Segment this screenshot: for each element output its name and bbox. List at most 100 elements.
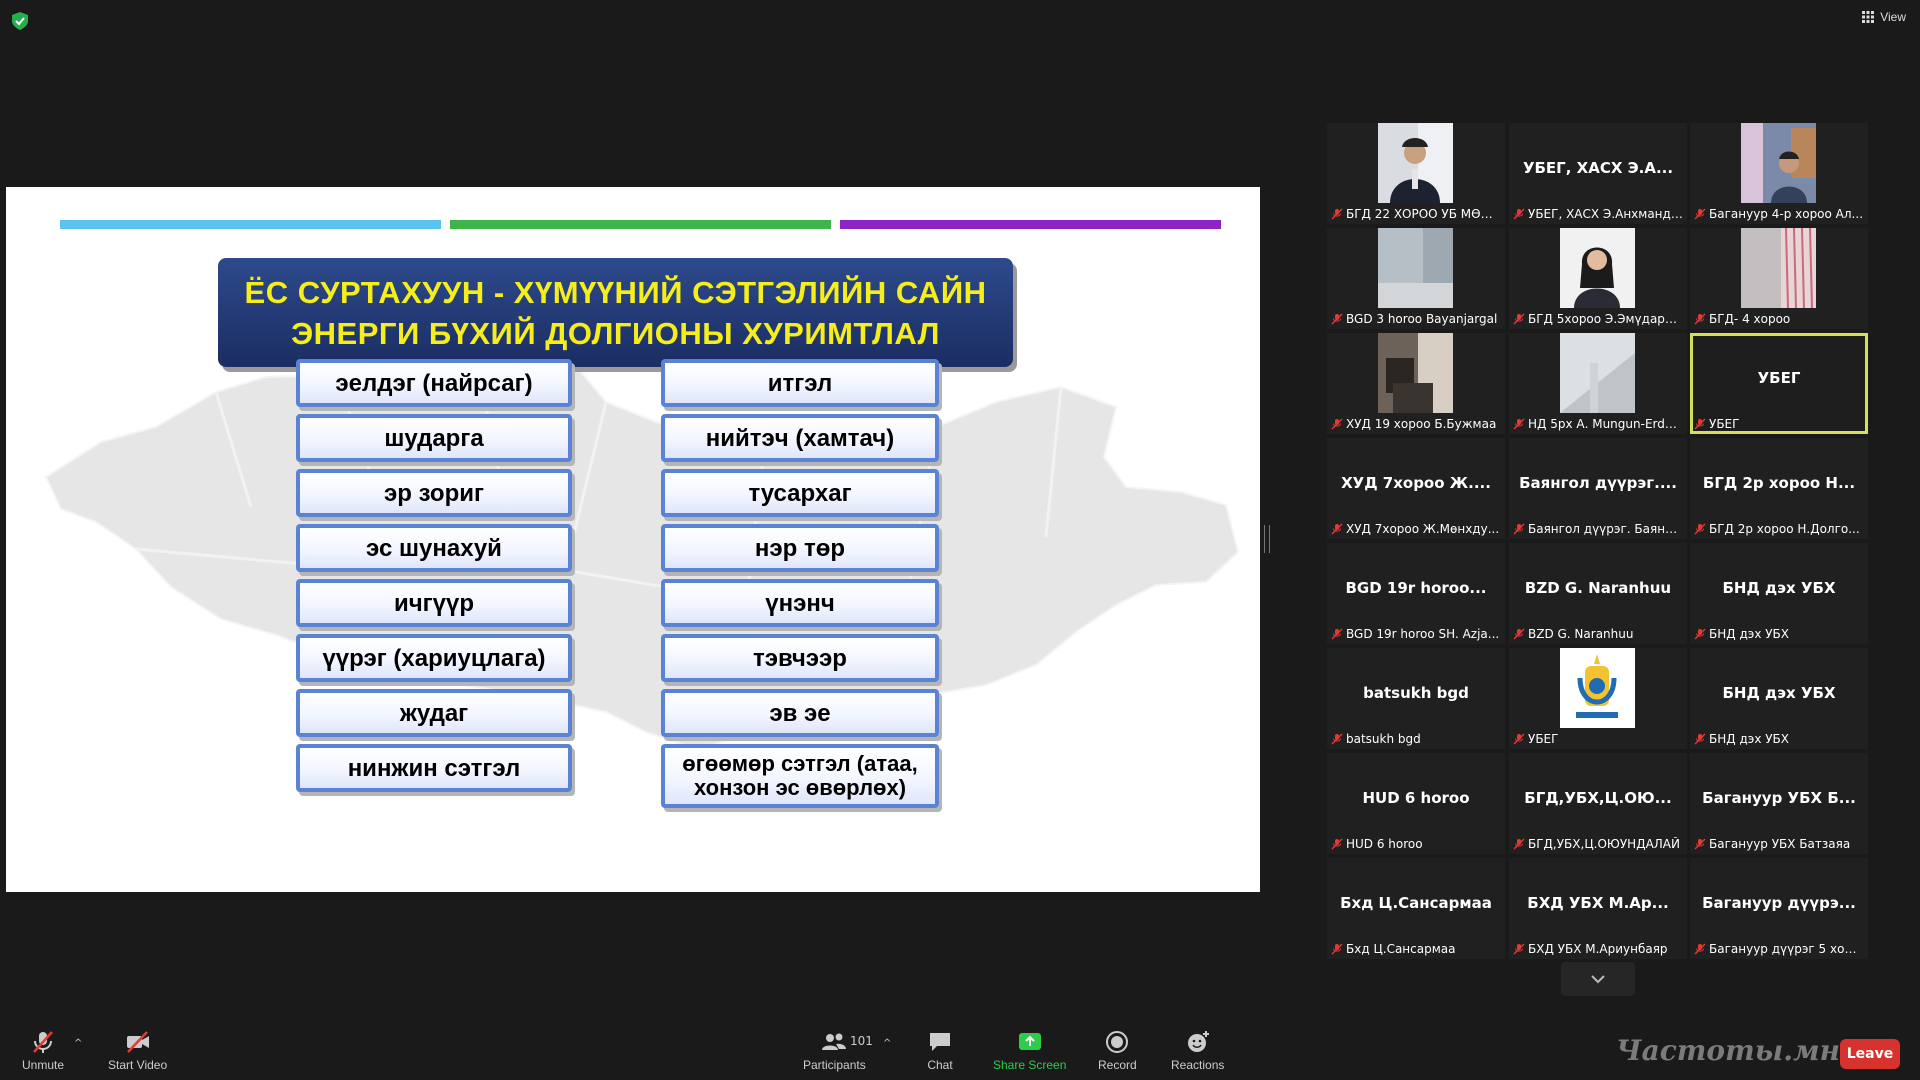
participant-name-label: BGD 19r horoo SH. Azja... [1331, 627, 1501, 641]
start-video-button[interactable]: Start Video [108, 1030, 167, 1072]
participant-tile[interactable]: Багануур дүүрэ... Багануур дүүрэг 5 хоро.… [1690, 858, 1868, 959]
encryption-shield-icon[interactable] [12, 12, 28, 30]
value-box-left-7: жудаг [296, 689, 572, 737]
participant-tile[interactable]: БГД 22 ХОРОО УБ МӨН... [1327, 123, 1505, 224]
muted-mic-icon [1331, 838, 1343, 850]
participant-tile[interactable]: УБЕГ [1509, 648, 1687, 749]
participant-name-text: batsukh bgd [1346, 732, 1421, 746]
participant-tile[interactable]: БГД 5хороо Э.Эмүдарь... [1509, 228, 1687, 329]
participant-name-label: НД 5рх А. Mungun-Erde... [1513, 417, 1683, 431]
share-screen-icon [1018, 1033, 1041, 1050]
video-off-icon [126, 1031, 149, 1053]
participant-name-label: Багануур УБХ Батзаяа [1694, 837, 1864, 851]
participant-name-label: BGD 3 horoo Bayanjargal [1331, 312, 1501, 326]
participant-tile[interactable]: НД 5рх А. Mungun-Erde... [1509, 333, 1687, 434]
share-screen-label: Share Screen [993, 1058, 1067, 1072]
muted-mic-icon [1331, 733, 1343, 745]
slide-title-line-1: ЁС СУРТАХУУН - ХҮМҮҮНИЙ СЭТГЭЛИЙН САЙН [244, 274, 987, 310]
chat-button[interactable]: Chat [927, 1030, 953, 1072]
share-screen-button[interactable]: Share Screen [993, 1030, 1066, 1072]
participant-name-text: Багануур 4-р хороо Ал... [1709, 207, 1864, 221]
participant-name-label: Багануур 4-р хороо Ал... [1694, 207, 1864, 221]
chat-label: Chat [927, 1058, 953, 1072]
leave-button[interactable]: Leave [1840, 1039, 1900, 1069]
participant-tile[interactable]: УБЕГ УБЕГ [1690, 333, 1868, 434]
participant-name-text: HUD 6 horoo [1346, 837, 1423, 851]
participant-tile[interactable]: УБЕГ, ХАСХ Э.А... УБЕГ, ХАСХ Э.Анхмандах [1509, 123, 1687, 224]
participant-tile[interactable]: ХУД 19 хороо Б.Бужмаа [1327, 333, 1505, 434]
value-box-right-2: нийтэч (хамтач) [661, 414, 939, 462]
value-box-left-8: нинжин сэтгэл [296, 744, 572, 792]
participant-tile[interactable]: BGD 3 horoo Bayanjargal [1327, 228, 1505, 329]
muted-mic-icon [1694, 208, 1706, 220]
participant-tile[interactable]: Багануур УБХ Б... Багануур УБХ Батзаяа [1690, 753, 1868, 854]
muted-mic-icon [1694, 838, 1706, 850]
participant-display-name: УБЕГ, ХАСХ Э.А... [1522, 159, 1674, 177]
audio-options-caret[interactable]: ^ [74, 1038, 82, 1049]
participant-tile[interactable]: БГД,УБХ,Ц.ОЮ... БГД,УБХ,Ц.ОЮУНДАЛАЙ [1509, 753, 1687, 854]
participant-count: 101 [850, 1034, 873, 1048]
participant-tile[interactable]: БГД- 4 хороо [1690, 228, 1868, 329]
participant-tile[interactable]: БНД дэх УБХ БНД дэх УБХ [1690, 648, 1868, 749]
participant-name-label: УБЕГ [1694, 417, 1864, 431]
participants-options-caret[interactable]: ^ [883, 1038, 891, 1049]
participant-display-name: HUD 6 horoo [1362, 789, 1470, 807]
participant-name-label: БНД дэх УБХ [1694, 732, 1864, 746]
participants-icon [822, 1033, 847, 1050]
participant-name-label: Бхд Ц.Сансармаа [1331, 942, 1501, 956]
participant-tile[interactable]: ХУД 7хороо Ж.... ХУД 7хороо Ж.Мөнхду... [1327, 438, 1505, 539]
participant-name-text: БГД 2р хороо Н.Долго... [1709, 522, 1860, 536]
view-button[interactable]: View [1862, 10, 1906, 24]
chevron-down-icon [1591, 975, 1605, 984]
participant-tile[interactable]: BGD 19r horoo... BGD 19r horoo SH. Azja..… [1327, 543, 1505, 644]
participant-tile[interactable]: HUD 6 horoo HUD 6 horoo [1327, 753, 1505, 854]
participant-tile[interactable]: Баянгол дүүрэг.... Баянгол дүүрэг. Баянби… [1509, 438, 1687, 539]
participant-video-thumbnail [1560, 333, 1635, 413]
value-box-right-8: өгөөмөр сэтгэл (атаа, хонзон эс өвөрлөх) [661, 744, 939, 808]
value-box-right-3: тусархаг [661, 469, 939, 517]
participant-tile[interactable]: batsukh bgd batsukh bgd [1327, 648, 1505, 749]
participant-name-text: БНД дэх УБХ [1709, 732, 1790, 746]
participant-video-thumbnail [1741, 228, 1816, 308]
record-button[interactable]: Record [1098, 1030, 1137, 1072]
participant-name-label: БГД- 4 хороо [1694, 312, 1864, 326]
participant-name-label: Баянгол дүүрэг. Баянби... [1513, 522, 1683, 536]
participant-name-text: УБЕГ [1709, 417, 1740, 431]
muted-mic-icon [1694, 523, 1706, 535]
participant-name-label: УБЕГ, ХАСХ Э.Анхмандах [1513, 207, 1683, 221]
muted-mic-icon [1513, 208, 1525, 220]
participant-name-text: БГД 5хороо Э.Эмүдарь... [1528, 312, 1683, 326]
participant-name-text: БНД дэх УБХ [1709, 627, 1790, 641]
muted-mic-icon [1694, 943, 1706, 955]
participant-tile[interactable]: Бхд Ц.Сансармаа Бхд Ц.Сансармаа [1327, 858, 1505, 959]
muted-mic-icon [1331, 208, 1343, 220]
muted-mic-icon [1331, 628, 1343, 640]
participant-name-label: БНД дэх УБХ [1694, 627, 1864, 641]
accent-bar-green [450, 220, 831, 229]
accent-bar-purple [840, 220, 1221, 229]
participant-tile[interactable]: БНД дэх УБХ БНД дэх УБХ [1690, 543, 1868, 644]
slide-title-line-2: ЭНЕРГИ БҮХИЙ ДОЛГИОНЫ ХУРИМТЛАЛ [291, 315, 940, 351]
participant-name-text: БГД- 4 хороо [1709, 312, 1791, 326]
gallery-next-page-button[interactable] [1561, 962, 1635, 996]
participant-name-label: BZD G. Naranhuu [1513, 627, 1683, 641]
panel-splitter-handle[interactable] [1264, 525, 1270, 553]
participant-tile[interactable]: БХД УБХ М.Ар... БХД УБХ М.Ариунбаяр [1509, 858, 1687, 959]
muted-mic-icon [1331, 313, 1343, 325]
reactions-button[interactable]: Reactions [1171, 1030, 1224, 1072]
participant-display-name: БНД дэх УБХ [1722, 684, 1836, 702]
muted-mic-icon [1513, 418, 1525, 430]
participant-display-name: УБЕГ [1757, 369, 1801, 387]
participant-name-text: ХУД 19 хороо Б.Бужмаа [1346, 417, 1497, 431]
muted-mic-icon [1331, 418, 1343, 430]
participant-display-name: БХД УБХ М.Ар... [1527, 894, 1669, 912]
participant-tile[interactable]: Багануур 4-р хороо Ал... [1690, 123, 1868, 224]
participant-display-name: БГД,УБХ,Ц.ОЮ... [1524, 789, 1672, 807]
participant-tile[interactable]: BZD G. Naranhuu BZD G. Naranhuu [1509, 543, 1687, 644]
unmute-button[interactable]: Unmute [22, 1030, 64, 1072]
participant-video-thumbnail [1378, 228, 1453, 308]
participant-tile[interactable]: БГД 2р хороо Н... БГД 2р хороо Н.Долго... [1690, 438, 1868, 539]
participant-display-name: batsukh bgd [1363, 684, 1469, 702]
grid-icon [1862, 11, 1875, 23]
participant-name-text: УБЕГ [1528, 732, 1559, 746]
